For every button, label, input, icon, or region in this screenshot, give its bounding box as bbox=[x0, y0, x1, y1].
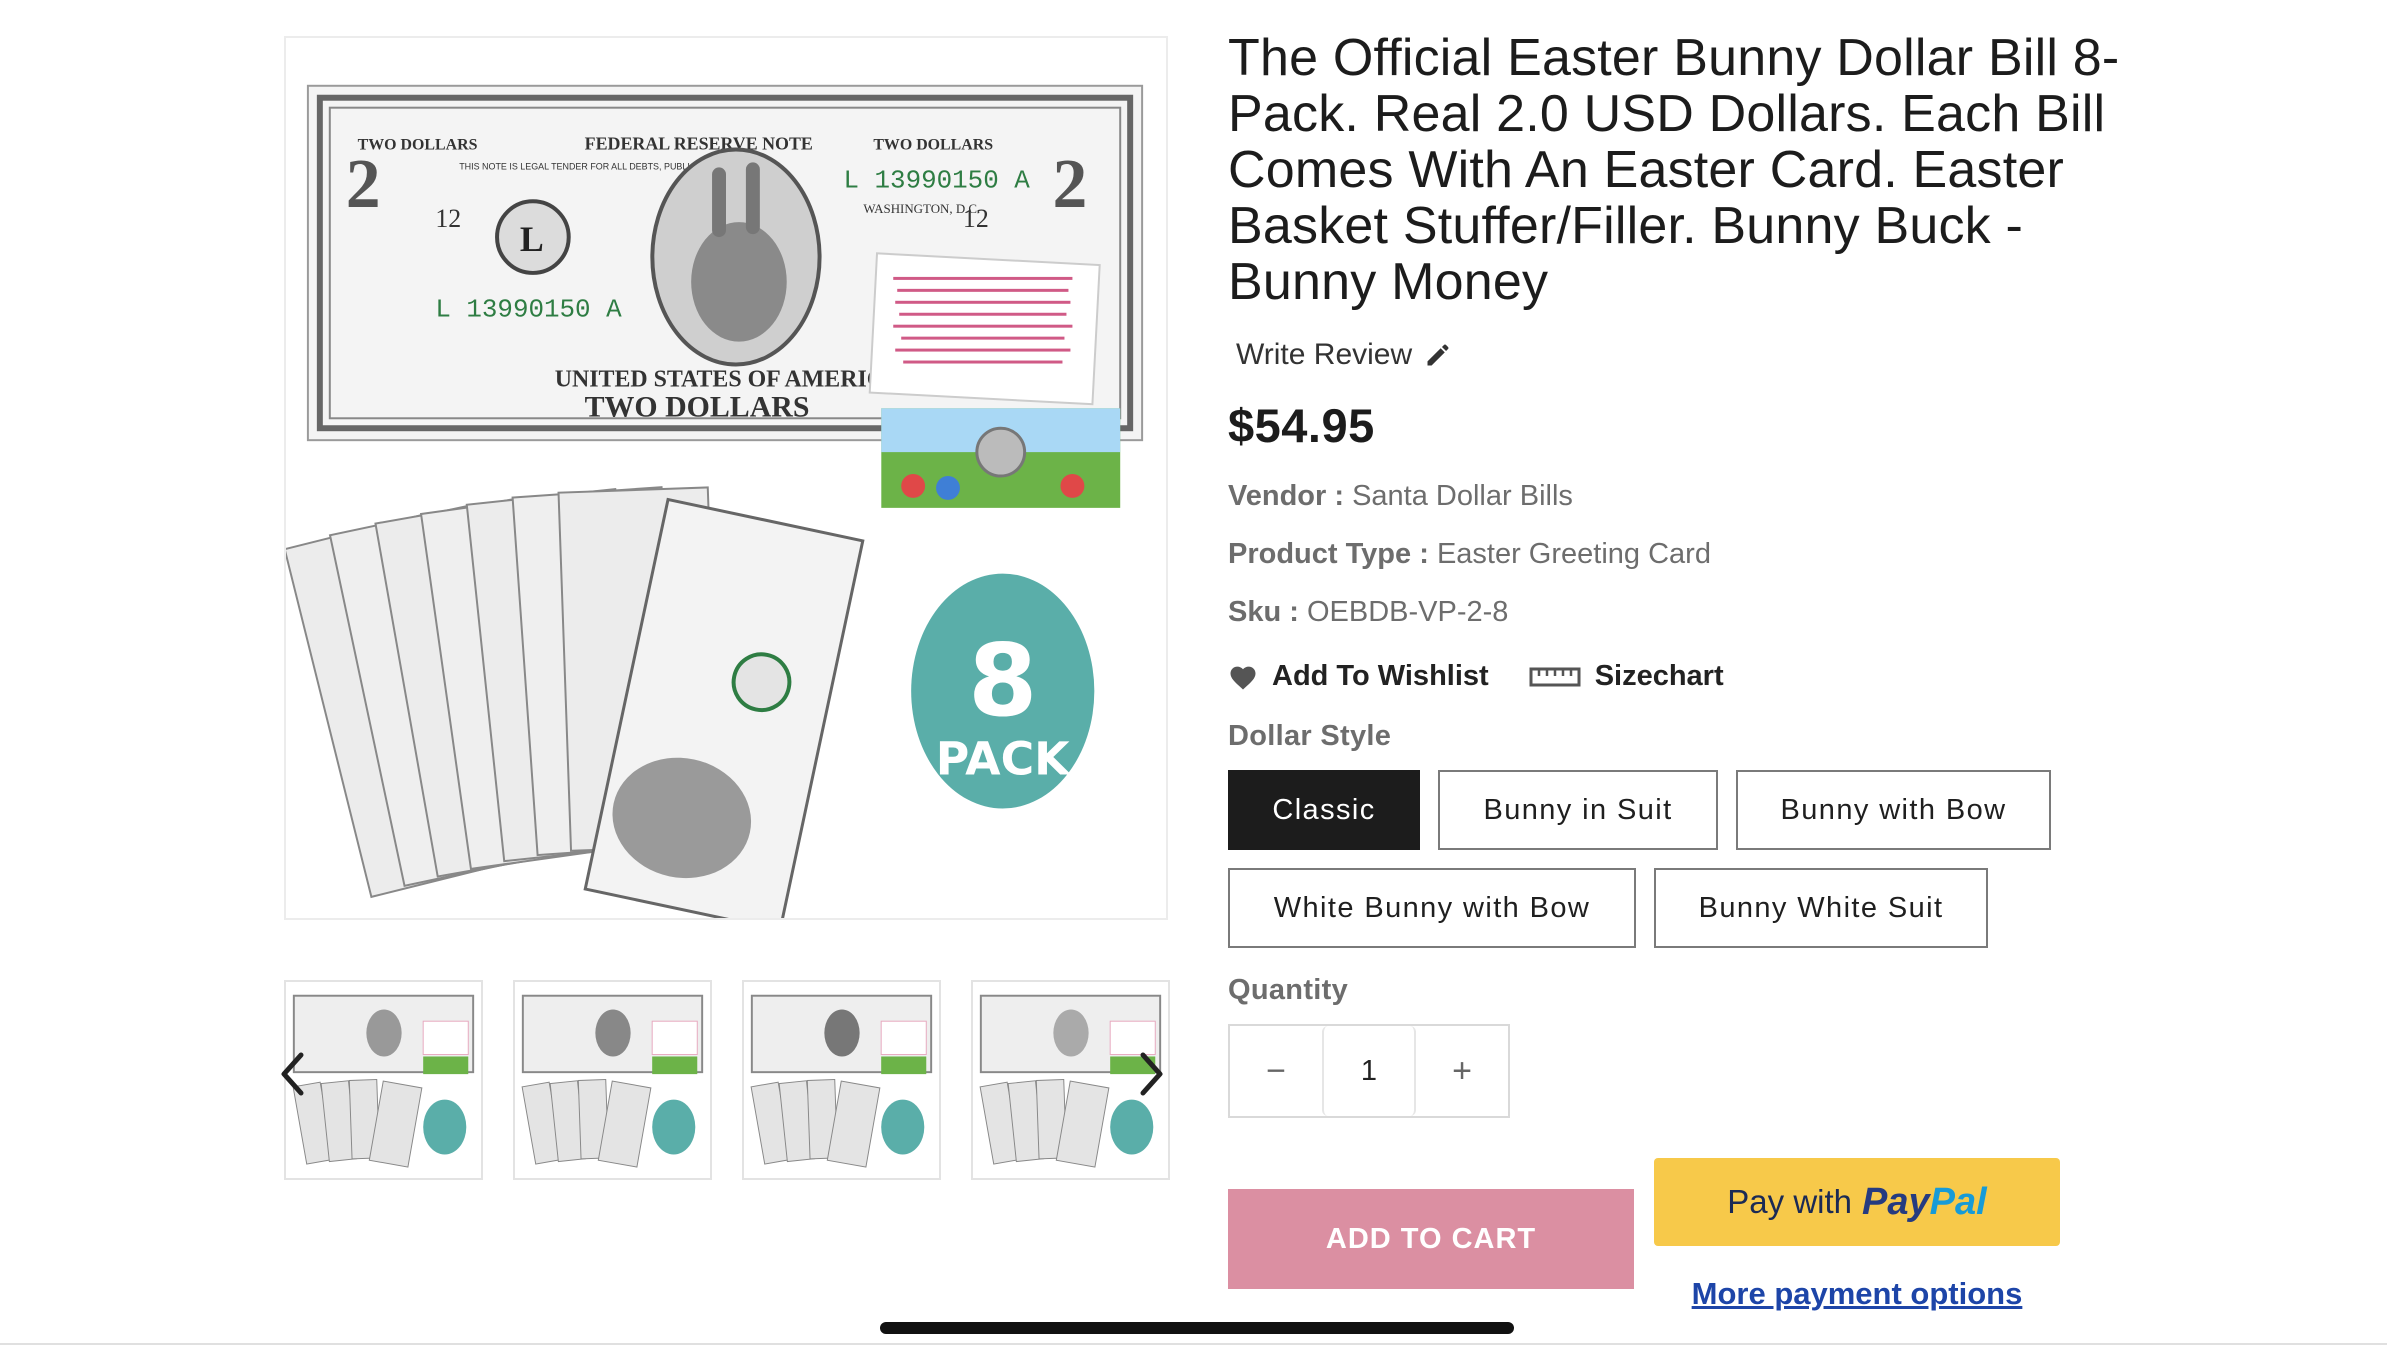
bill-serial-left: L 13990150 A bbox=[435, 295, 622, 325]
product-title: The Official Easter Bunny Dollar Bill 8-… bbox=[1228, 29, 2120, 311]
main-product-image[interactable]: TWO DOLLARS TWO DOLLARS FEDERAL RESERVE … bbox=[284, 36, 1168, 920]
bill-seal-letter: L bbox=[520, 219, 544, 259]
pencil-icon bbox=[1427, 344, 1449, 366]
product-actions: Add To Wishlist Sizechart bbox=[1228, 660, 1724, 693]
product-type-label: Product Type : bbox=[1228, 538, 1429, 570]
quantity-increase-button[interactable]: + bbox=[1416, 1026, 1508, 1116]
thumbnail-2[interactable] bbox=[513, 980, 712, 1180]
bill-banner: FEDERAL RESERVE NOTE bbox=[585, 133, 813, 153]
product-type-value: Easter Greeting Card bbox=[1436, 538, 1711, 570]
vendor-label: Vendor : bbox=[1228, 480, 1345, 512]
quantity-stepper: − 1 + bbox=[1228, 1024, 1510, 1118]
add-to-cart-button[interactable]: ADD TO CART bbox=[1228, 1189, 1634, 1289]
paypal-logo-pal: Pal bbox=[1929, 1180, 1987, 1223]
bunny-ear-left bbox=[712, 167, 726, 238]
chevron-right-icon bbox=[1140, 1052, 1163, 1096]
heart-icon bbox=[1230, 666, 1256, 689]
product-type-row: Product Type : Easter Greeting Card bbox=[1228, 538, 1711, 571]
quantity-label: Quantity bbox=[1228, 974, 1349, 1006]
thumbnail-carousel bbox=[281, 980, 1170, 1180]
easter-card bbox=[868, 252, 1101, 406]
chevron-left-icon bbox=[281, 1052, 304, 1096]
bill-location: WASHINGTON, D.C. bbox=[863, 201, 980, 216]
write-review-link[interactable]: Write Review bbox=[1236, 338, 1452, 372]
sku-label: Sku : bbox=[1228, 596, 1299, 628]
fanned-bills bbox=[286, 486, 865, 918]
thumbnail-1[interactable] bbox=[284, 980, 483, 1180]
pack-word: PACK bbox=[936, 732, 1071, 786]
thumbnail-3[interactable] bbox=[742, 980, 941, 1180]
product-illustration: TWO DOLLARS TWO DOLLARS FEDERAL RESERVE … bbox=[286, 84, 1144, 918]
write-review-label: Write Review bbox=[1236, 338, 1413, 371]
vendor-row: Vendor : Santa Dollar Bills bbox=[1228, 480, 1573, 513]
add-to-wishlist-label: Add To Wishlist bbox=[1272, 660, 1489, 692]
paypal-logo-pay: Pay bbox=[1862, 1180, 1930, 1223]
paypal-prefix: Pay with bbox=[1727, 1183, 1853, 1220]
bill-serial-right: L 13990150 A bbox=[843, 165, 1030, 195]
product-price: $54.95 bbox=[1228, 399, 1375, 452]
thumbnail-next-button[interactable] bbox=[1132, 1044, 1172, 1104]
ruler-icon bbox=[1529, 667, 1581, 686]
bill-bottom-text: TWO DOLLARS bbox=[585, 390, 810, 423]
pack-number: 8 bbox=[968, 624, 1037, 739]
thumbnail-image bbox=[750, 994, 933, 1168]
add-to-wishlist-button[interactable]: Add To Wishlist bbox=[1228, 660, 1489, 693]
thumbnail-prev-button[interactable] bbox=[272, 1044, 312, 1104]
dollar-style-label: Dollar Style bbox=[1228, 720, 1392, 752]
bill-district-left: 12 bbox=[435, 204, 461, 233]
bill-corner-number-right: 2 bbox=[1053, 146, 1088, 223]
bill-corner-number-left: 2 bbox=[346, 146, 381, 223]
sizechart-label: Sizechart bbox=[1594, 660, 1724, 692]
thumbnail-image bbox=[292, 994, 475, 1168]
style-option-bunny-in-suit[interactable]: Bunny in Suit bbox=[1438, 770, 1718, 850]
home-indicator bbox=[880, 1322, 1514, 1334]
thumbnail-image bbox=[521, 994, 704, 1168]
style-option-bunny-white-suit[interactable]: Bunny White Suit bbox=[1654, 868, 1988, 948]
quantity-decrease-button[interactable]: − bbox=[1230, 1026, 1322, 1116]
more-payment-options-link[interactable]: More payment options bbox=[1654, 1276, 2060, 1312]
bunny-head bbox=[691, 222, 787, 342]
quantity-input[interactable]: 1 bbox=[1322, 1026, 1416, 1116]
bill-bottom-banner: UNITED STATES OF AMERICA bbox=[555, 366, 902, 392]
style-option-bunny-with-bow[interactable]: Bunny with Bow bbox=[1736, 770, 2051, 850]
bill-corner-text-right: TWO DOLLARS bbox=[873, 136, 993, 153]
sku-row: Sku : OEBDB-VP-2-8 bbox=[1228, 596, 1508, 629]
sizechart-button[interactable]: Sizechart bbox=[1529, 660, 1724, 693]
bunny-ear-right bbox=[745, 162, 760, 235]
vendor-value: Santa Dollar Bills bbox=[1352, 480, 1573, 512]
page-bottom-divider bbox=[0, 1343, 2387, 1345]
paypal-button[interactable]: Pay with Pay Pal bbox=[1654, 1158, 2060, 1246]
sku-value: OEBDB-VP-2-8 bbox=[1306, 596, 1509, 628]
style-option-white-bunny-with-bow[interactable]: White Bunny with Bow bbox=[1228, 868, 1636, 948]
style-option-classic[interactable]: Classic bbox=[1228, 770, 1420, 850]
